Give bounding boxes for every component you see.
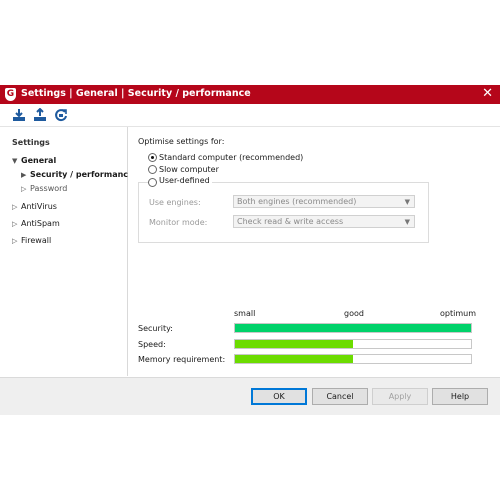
sidebar: Settings ▼ General ▶ Security / performanc…: [0, 127, 133, 376]
speed-meter-label: Speed:: [138, 340, 166, 349]
radio-slow-computer-label[interactable]: Slow computer: [159, 165, 219, 174]
dialog-footer: OK Cancel Apply Help: [0, 377, 500, 415]
ok-button[interactable]: OK: [251, 388, 307, 405]
security-meter-fill: [235, 324, 471, 332]
sidebar-item-antispam[interactable]: ▷ AntiSpam: [12, 219, 60, 228]
monitor-mode-label: Monitor mode:: [149, 218, 208, 227]
cancel-button[interactable]: Cancel: [312, 388, 368, 405]
radio-slow-computer[interactable]: [148, 165, 157, 174]
chevron-down-icon: ▼: [404, 218, 410, 226]
chevron-right-icon: ▷: [21, 185, 27, 193]
chevron-right-icon: ▷: [12, 220, 18, 228]
security-meter: [234, 323, 472, 333]
sidebar-item-label: AntiVirus: [21, 202, 57, 211]
chevron-down-icon: ▼: [404, 198, 410, 206]
chevron-right-icon: ▷: [12, 203, 18, 211]
toolbar: [0, 104, 500, 127]
memory-meter-fill: [235, 355, 353, 363]
speed-meter-fill: [235, 340, 353, 348]
sidebar-item-label: Security / performance: [30, 170, 134, 179]
chevron-right-icon: ▶: [21, 171, 27, 179]
speed-meter: [234, 339, 472, 349]
radio-standard-computer[interactable]: [148, 153, 157, 162]
sidebar-item-label: Password: [30, 184, 68, 193]
title-bar: G Settings | General | Security / perfor…: [0, 85, 500, 104]
memory-meter: [234, 354, 472, 364]
sidebar-heading: Settings: [12, 138, 50, 147]
scale-label-optimum: optimum: [440, 309, 476, 318]
gdata-logo-icon: G: [5, 88, 16, 101]
radio-user-defined-label[interactable]: User-defined: [157, 176, 212, 185]
apply-button[interactable]: Apply: [372, 388, 428, 405]
memory-meter-label: Memory requirement:: [138, 355, 226, 364]
chevron-right-icon: ▷: [12, 237, 18, 245]
help-button[interactable]: Help: [432, 388, 488, 405]
monitor-mode-select[interactable]: Check read & write access ▼: [233, 215, 415, 228]
scale-label-small: small: [234, 309, 256, 318]
export-icon[interactable]: [33, 108, 47, 122]
sidebar-item-password[interactable]: ▷ Password: [21, 184, 67, 193]
close-icon[interactable]: ✕: [482, 87, 493, 101]
window-title: Settings | General | Security / performa…: [21, 88, 251, 99]
radio-standard-computer-label[interactable]: Standard computer (recommended): [159, 153, 303, 162]
monitor-mode-value: Check read & write access: [237, 217, 344, 226]
security-meter-label: Security:: [138, 324, 173, 333]
chevron-down-icon: ▼: [12, 157, 18, 165]
optimise-label: Optimise settings for:: [138, 137, 225, 146]
sidebar-item-antivirus[interactable]: ▷ AntiVirus: [12, 202, 57, 211]
sidebar-item-general[interactable]: ▼ General: [12, 156, 56, 165]
import-icon[interactable]: [12, 108, 26, 122]
main-panel: Optimise settings for: Standard computer…: [128, 127, 500, 376]
use-engines-select[interactable]: Both engines (recommended) ▼: [233, 195, 415, 208]
user-defined-group: [138, 182, 429, 243]
scale-label-good: good: [344, 309, 364, 318]
radio-user-defined[interactable]: [148, 178, 157, 187]
use-engines-label: Use engines:: [149, 198, 201, 207]
sidebar-item-label: AntiSpam: [21, 219, 60, 228]
sidebar-item-label: Firewall: [21, 236, 52, 245]
sidebar-item-label: General: [21, 156, 57, 165]
use-engines-value: Both engines (recommended): [237, 197, 357, 206]
sidebar-item-firewall[interactable]: ▷ Firewall: [12, 236, 51, 245]
restore-defaults-icon[interactable]: [54, 108, 68, 122]
sidebar-item-security-performance[interactable]: ▶ Security / performance: [21, 170, 133, 179]
